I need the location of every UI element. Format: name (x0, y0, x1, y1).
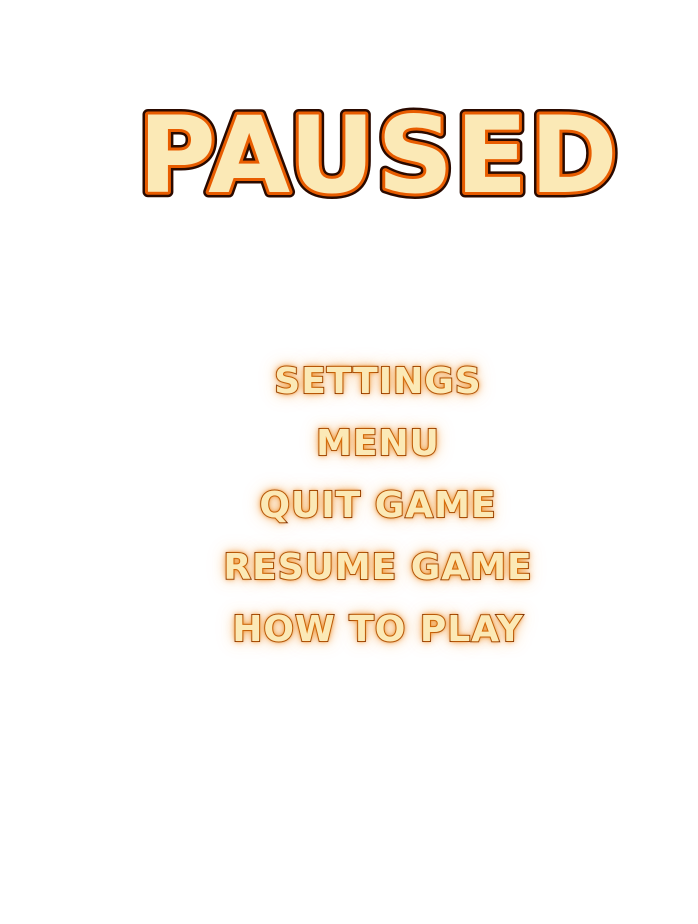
menu-button[interactable]: MENU (29, 412, 698, 474)
resume-game-button[interactable]: RESUME GAME (29, 536, 698, 598)
pause-title-graphic: PAUSED PAUSED PAUSED (133, 89, 624, 219)
how-to-play-button-label: HOW TO PLAY (231, 608, 524, 651)
pause-title-text: PAUSED (138, 94, 620, 217)
settings-button[interactable]: SETTINGS (29, 350, 698, 412)
how-to-play-button[interactable]: HOW TO PLAY (29, 598, 698, 660)
menu-button-label: MENU (315, 422, 440, 465)
settings-button-label: SETTINGS (273, 360, 482, 403)
pause-menu: SETTINGS MENU QUIT GAME RESUME GAME HOW … (0, 350, 698, 660)
quit-game-button[interactable]: QUIT GAME (29, 474, 698, 536)
quit-game-button-label: QUIT GAME (258, 484, 497, 527)
pause-title: PAUSED PAUSED PAUSED (0, 88, 698, 219)
resume-game-button-label: RESUME GAME (222, 546, 533, 589)
